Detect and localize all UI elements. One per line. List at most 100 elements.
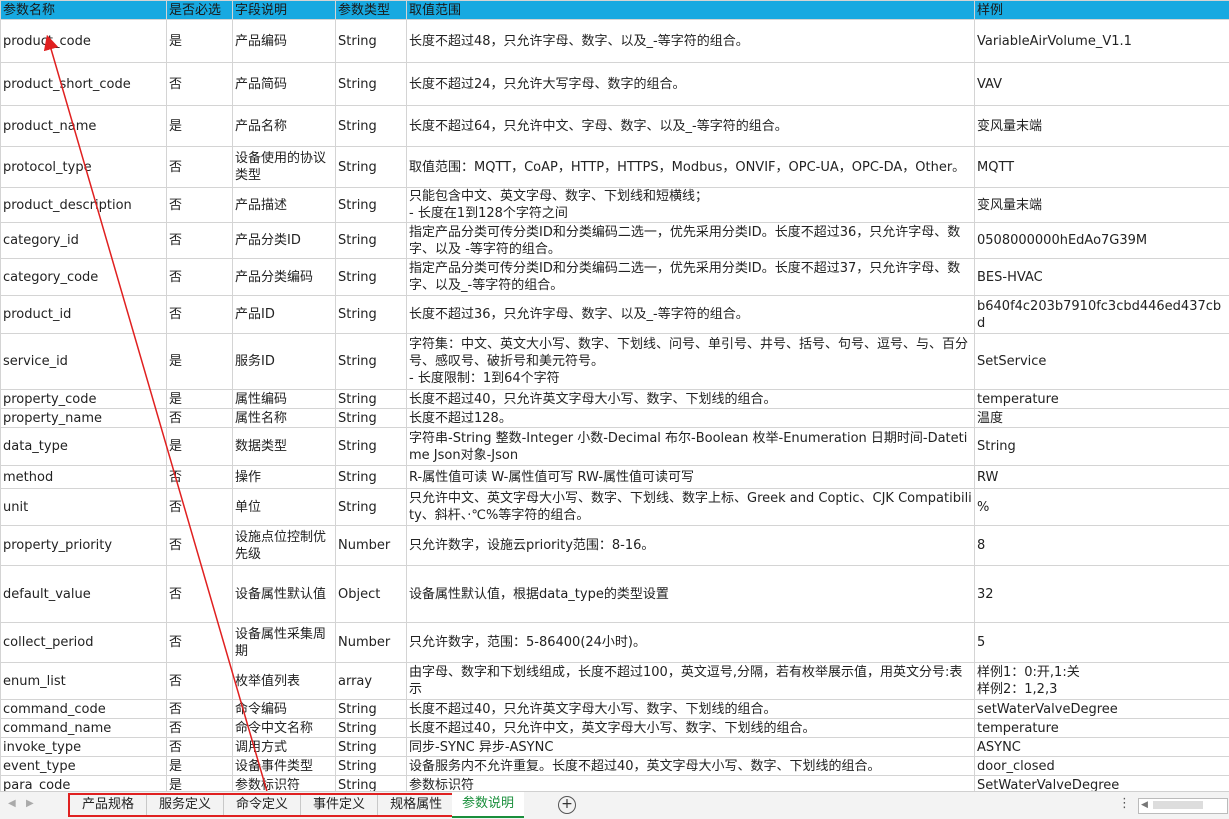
table-cell[interactable]: MQTT <box>975 147 1229 188</box>
table-cell[interactable]: default_value <box>1 566 167 623</box>
table-cell[interactable]: 指定产品分类可传分类ID和分类编码二选一，优先采用分类ID。长度不超过36，只允… <box>407 223 975 259</box>
table-cell[interactable]: String <box>336 738 407 757</box>
table-cell[interactable]: 否 <box>167 719 233 738</box>
table-cell[interactable]: 数据类型 <box>233 428 336 466</box>
right-arrow-icon[interactable]: ▶ <box>26 798 34 809</box>
table-cell[interactable]: 温度 <box>975 409 1229 428</box>
table-cell[interactable]: String <box>975 428 1229 466</box>
table-cell[interactable]: String <box>336 296 407 334</box>
table-cell[interactable]: 只允许中文、英文字母大小写、数字、下划线、数字上标、Greek and Copt… <box>407 489 975 526</box>
table-cell[interactable]: 否 <box>167 188 233 223</box>
header-cell[interactable]: 参数名称 <box>1 1 167 20</box>
sheet-tab-active[interactable]: 参数说明 <box>452 792 524 818</box>
table-cell[interactable]: 设备服务内不允许重复。长度不超过40，英文字母大小写、数字、下划线的组合。 <box>407 757 975 776</box>
table-cell[interactable]: 长度不超过40，只允许英文字母大小写、数字、下划线的组合。 <box>407 700 975 719</box>
table-cell[interactable]: 设备事件类型 <box>233 757 336 776</box>
table-cell[interactable]: 样例1：0:开,1:关 样例2：1,2,3 <box>975 663 1229 700</box>
table-cell[interactable]: 否 <box>167 259 233 296</box>
table-cell[interactable]: String <box>336 106 407 147</box>
table-cell[interactable]: BES-HVAC <box>975 259 1229 296</box>
table-cell[interactable]: product_id <box>1 296 167 334</box>
table-cell[interactable]: invoke_type <box>1 738 167 757</box>
table-cell[interactable]: 产品名称 <box>233 106 336 147</box>
table-cell[interactable]: 设备属性默认值 <box>233 566 336 623</box>
table-cell[interactable]: 产品简码 <box>233 63 336 106</box>
table-cell[interactable]: 变风量末端 <box>975 106 1229 147</box>
table-cell[interactable]: String <box>336 466 407 489</box>
left-arrow-icon[interactable]: ◀ <box>1141 800 1148 810</box>
table-cell[interactable]: Number <box>336 526 407 566</box>
table-cell[interactable]: 否 <box>167 663 233 700</box>
table-cell[interactable]: 设备属性采集周期 <box>233 623 336 663</box>
table-cell[interactable]: 由字母、数字和下划线组成，长度不超过100，英文逗号,分隔，若有枚举展示值，用英… <box>407 663 975 700</box>
table-cell[interactable]: data_type <box>1 428 167 466</box>
table-cell[interactable]: category_code <box>1 259 167 296</box>
table-cell[interactable]: 否 <box>167 700 233 719</box>
table-cell[interactable]: 只允许数字，范围：5-86400(24小时)。 <box>407 623 975 663</box>
table-cell[interactable]: String <box>336 63 407 106</box>
table-cell[interactable]: R-属性值可读 W-属性值可写 RW-属性值可读可写 <box>407 466 975 489</box>
table-cell[interactable]: 字符串-String 整数-Integer 小数-Decimal 布尔-Bool… <box>407 428 975 466</box>
table-cell[interactable]: 是 <box>167 390 233 409</box>
sheet-tab[interactable]: 服务定义 <box>147 795 224 815</box>
table-cell[interactable]: 否 <box>167 409 233 428</box>
table-cell[interactable]: 否 <box>167 738 233 757</box>
table-cell[interactable]: String <box>336 428 407 466</box>
table-cell[interactable]: product_code <box>1 20 167 63</box>
table-cell[interactable]: collect_period <box>1 623 167 663</box>
table-cell[interactable]: property_code <box>1 390 167 409</box>
table-cell[interactable]: 只能包含中文、英文字母、数字、下划线和短横线； - 长度在1到128个字符之间 <box>407 188 975 223</box>
table-cell[interactable]: temperature <box>975 390 1229 409</box>
table-cell[interactable]: 指定产品分类可传分类ID和分类编码二选一，优先采用分类ID。长度不超过37，只允… <box>407 259 975 296</box>
table-cell[interactable]: 调用方式 <box>233 738 336 757</box>
table-cell[interactable]: 8 <box>975 526 1229 566</box>
table-cell[interactable]: String <box>336 409 407 428</box>
table-cell[interactable]: 长度不超过40，只允许中文，英文字母大小写、数字、下划线的组合。 <box>407 719 975 738</box>
scrollbar-thumb[interactable] <box>1153 801 1203 809</box>
table-cell[interactable]: 产品描述 <box>233 188 336 223</box>
table-cell[interactable]: category_id <box>1 223 167 259</box>
table-cell[interactable]: String <box>336 334 407 390</box>
table-cell[interactable]: 产品分类编码 <box>233 259 336 296</box>
table-cell[interactable]: 设施点位控制优先级 <box>233 526 336 566</box>
table-cell[interactable]: 是 <box>167 106 233 147</box>
table-cell[interactable]: 属性编码 <box>233 390 336 409</box>
table-cell[interactable]: product_name <box>1 106 167 147</box>
table-cell[interactable]: 否 <box>167 147 233 188</box>
table-cell[interactable]: event_type <box>1 757 167 776</box>
header-cell[interactable]: 是否必选 <box>167 1 233 20</box>
table-cell[interactable]: command_name <box>1 719 167 738</box>
table-cell[interactable]: String <box>336 700 407 719</box>
table-cell[interactable]: 长度不超过40，只允许英文字母大小写、数字、下划线的组合。 <box>407 390 975 409</box>
table-cell[interactable]: 5 <box>975 623 1229 663</box>
table-cell[interactable]: unit <box>1 489 167 526</box>
table-cell[interactable]: 长度不超过128。 <box>407 409 975 428</box>
table-cell[interactable]: String <box>336 757 407 776</box>
table-cell[interactable]: 属性名称 <box>233 409 336 428</box>
table-cell[interactable]: 否 <box>167 63 233 106</box>
table-cell[interactable]: 产品编码 <box>233 20 336 63</box>
table-cell[interactable]: property_priority <box>1 526 167 566</box>
header-cell[interactable]: 参数类型 <box>336 1 407 20</box>
table-cell[interactable]: property_name <box>1 409 167 428</box>
horizontal-scrollbar[interactable]: ◀ <box>1138 798 1228 814</box>
table-cell[interactable]: array <box>336 663 407 700</box>
table-cell[interactable]: 同步-SYNC 异步-ASYNC <box>407 738 975 757</box>
table-cell[interactable]: command_code <box>1 700 167 719</box>
sheet-tab[interactable]: 产品规格 <box>70 795 147 815</box>
table-cell[interactable]: String <box>336 20 407 63</box>
table-cell[interactable]: String <box>336 223 407 259</box>
header-cell[interactable]: 字段说明 <box>233 1 336 20</box>
table-cell[interactable]: 否 <box>167 466 233 489</box>
table-cell[interactable]: product_short_code <box>1 63 167 106</box>
table-cell[interactable]: enum_list <box>1 663 167 700</box>
sheet-tab[interactable]: 事件定义 <box>301 795 378 815</box>
table-cell[interactable]: 枚举值列表 <box>233 663 336 700</box>
table-cell[interactable]: 否 <box>167 623 233 663</box>
table-cell[interactable]: 是 <box>167 757 233 776</box>
table-cell[interactable]: 操作 <box>233 466 336 489</box>
table-cell[interactable]: ASYNC <box>975 738 1229 757</box>
table-cell[interactable]: 长度不超过48，只允许字母、数字、以及_-等字符的组合。 <box>407 20 975 63</box>
table-cell[interactable]: 32 <box>975 566 1229 623</box>
table-cell[interactable]: VAV <box>975 63 1229 106</box>
